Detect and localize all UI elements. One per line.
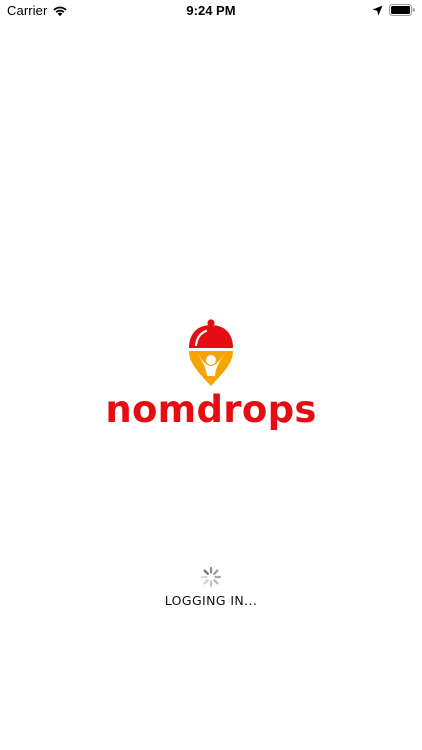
spinner-icon bbox=[200, 566, 222, 588]
battery-icon bbox=[389, 4, 415, 16]
loading-label: LOGGING IN... bbox=[164, 593, 258, 608]
status-bar: Carrier 9:24 PM bbox=[0, 0, 422, 22]
loading-indicator: LOGGING IN... bbox=[0, 566, 422, 608]
app-logo: nomdrops bbox=[0, 318, 422, 430]
location-arrow-icon bbox=[372, 5, 383, 15]
status-time: 9:24 PM bbox=[186, 3, 236, 18]
cloche-pin-icon bbox=[187, 319, 235, 386]
right-status-group bbox=[372, 4, 415, 16]
brand-wordmark: nomdrops bbox=[105, 388, 317, 431]
